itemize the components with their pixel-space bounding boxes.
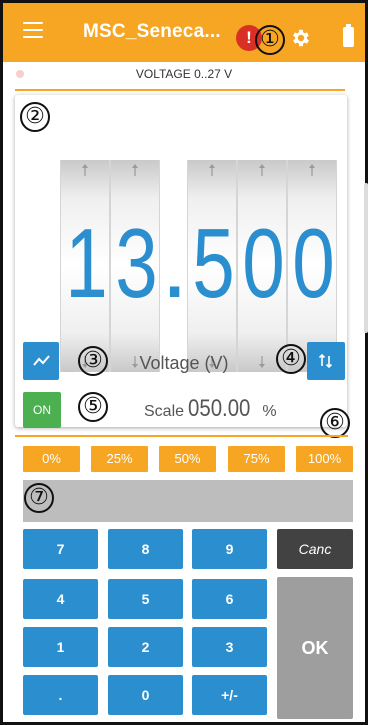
key-9[interactable]: 9 bbox=[192, 529, 267, 569]
scale-label: Scale bbox=[144, 403, 185, 420]
preset-75-button[interactable]: 75% bbox=[228, 446, 285, 472]
key-1[interactable]: 1 bbox=[23, 627, 98, 667]
swap-direction-button[interactable] bbox=[307, 342, 345, 380]
callout-1: ① bbox=[255, 25, 285, 55]
key-0[interactable]: 0 bbox=[108, 675, 183, 715]
key-3[interactable]: 3 bbox=[192, 627, 267, 667]
cancel-button[interactable]: Canc bbox=[277, 529, 353, 569]
digit: 1 bbox=[65, 208, 108, 318]
up-arrow-icon[interactable] bbox=[259, 164, 265, 176]
digit: 5 bbox=[192, 208, 235, 318]
preset-25-button[interactable]: 25% bbox=[91, 446, 148, 472]
ok-button[interactable]: OK bbox=[277, 577, 353, 719]
divider-bottom bbox=[15, 435, 348, 437]
divider-top bbox=[15, 89, 345, 91]
value-input-field[interactable] bbox=[23, 480, 353, 522]
callout-2: ② bbox=[20, 102, 50, 132]
key-2[interactable]: 2 bbox=[108, 627, 183, 667]
swap-arrows-icon bbox=[318, 353, 333, 369]
callout-4: ④ bbox=[276, 344, 306, 374]
up-arrow-icon[interactable] bbox=[132, 164, 138, 176]
device-title: MSC_Seneca... bbox=[83, 21, 221, 42]
preset-50-button[interactable]: 50% bbox=[159, 446, 216, 472]
callout-5: ⑤ bbox=[78, 392, 108, 422]
scroll-indicator[interactable] bbox=[364, 183, 368, 333]
up-arrow-icon[interactable] bbox=[309, 164, 315, 176]
scale-display: Scale 050.00 % bbox=[144, 395, 277, 423]
app-bar: MSC_Seneca... ! ① bbox=[0, 0, 368, 62]
callout-6: ⑥ bbox=[320, 408, 350, 438]
battery-icon bbox=[343, 24, 354, 47]
value-card: ② 1 3 . 5 0 0 bbox=[15, 95, 347, 427]
on-toggle-button[interactable]: ON bbox=[23, 392, 61, 428]
scale-value[interactable]: 050.00 bbox=[188, 395, 250, 423]
key-decimal[interactable]: . bbox=[23, 675, 98, 715]
key-7[interactable]: 7 bbox=[23, 529, 98, 569]
preset-0-button[interactable]: 0% bbox=[23, 446, 80, 472]
range-label: VOLTAGE 0..27 V bbox=[135, 67, 233, 81]
scale-unit: % bbox=[262, 403, 277, 420]
key-plus-minus[interactable]: +/- bbox=[192, 675, 267, 715]
preset-100-button[interactable]: 100% bbox=[296, 446, 353, 472]
digit-drum-display: 1 3 . 5 0 0 bbox=[60, 160, 360, 372]
gear-icon[interactable] bbox=[290, 27, 312, 49]
decimal-point: . bbox=[161, 208, 189, 318]
key-8[interactable]: 8 bbox=[108, 529, 183, 569]
key-6[interactable]: 6 bbox=[192, 579, 267, 619]
digit: 0 bbox=[292, 208, 335, 318]
key-5[interactable]: 5 bbox=[108, 579, 183, 619]
digit: 3 bbox=[115, 208, 158, 318]
up-arrow-icon[interactable] bbox=[82, 164, 88, 176]
up-arrow-icon[interactable] bbox=[209, 164, 215, 176]
digit: 0 bbox=[242, 208, 285, 318]
menu-icon[interactable] bbox=[23, 22, 43, 38]
key-4[interactable]: 4 bbox=[23, 579, 98, 619]
percent-presets: 0% 25% 50% 75% 100% bbox=[23, 446, 353, 472]
callout-7: ⑦ bbox=[24, 483, 54, 513]
